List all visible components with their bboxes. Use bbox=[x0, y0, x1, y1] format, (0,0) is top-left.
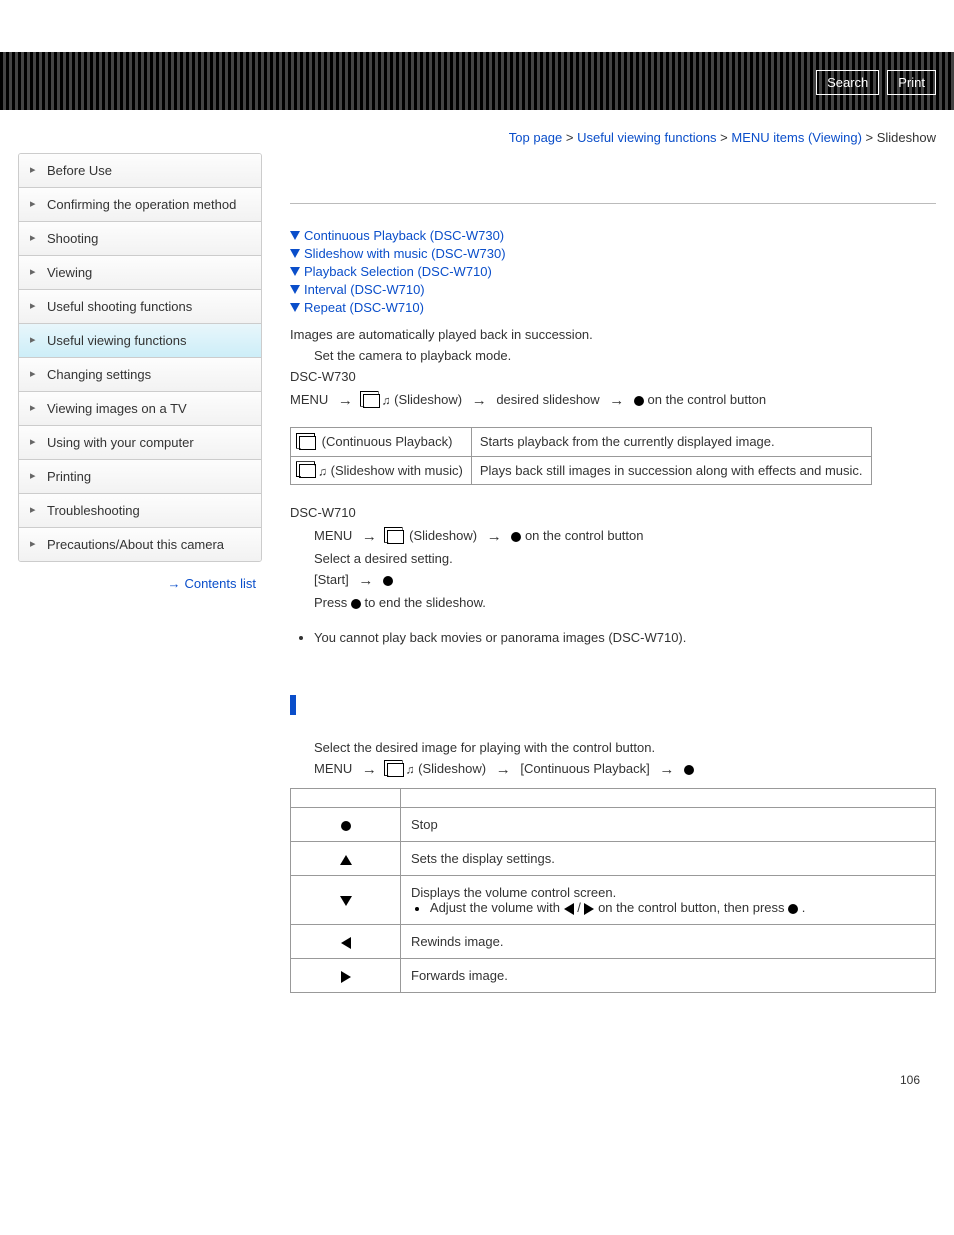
page-number: 106 bbox=[0, 1053, 954, 1117]
cell-label: (Continuous Playback) bbox=[322, 434, 453, 449]
sidebar-item-before-use[interactable]: Before Use bbox=[19, 154, 261, 188]
cell-label: (Slideshow with music) bbox=[331, 463, 463, 478]
th-desc bbox=[401, 789, 936, 808]
arrow-icon: → bbox=[362, 528, 377, 545]
slideshow-icon bbox=[387, 530, 404, 544]
cell-desc: Rewinds image. bbox=[401, 925, 936, 959]
arrow-icon: → bbox=[496, 761, 511, 778]
right-icon bbox=[584, 903, 594, 915]
cell-desc: Plays back still images in succession al… bbox=[471, 456, 871, 485]
down-icon bbox=[340, 896, 352, 906]
note-item: You cannot play back movies or panorama … bbox=[314, 630, 936, 645]
cell-desc: Forwards image. bbox=[401, 959, 936, 993]
step-710-d: Press to end the slideshow. bbox=[314, 595, 936, 610]
breadcrumb-top[interactable]: Top page bbox=[509, 130, 563, 145]
center-button-icon bbox=[351, 599, 361, 609]
anchor-links: Continuous Playback (DSC-W730) Slideshow… bbox=[290, 228, 936, 315]
cp-intro: Select the desired image for playing wit… bbox=[314, 740, 936, 755]
section-bar bbox=[290, 695, 296, 715]
cell-desc: Starts playback from the currently displ… bbox=[471, 428, 871, 457]
anchor-playback-selection-710[interactable]: Playback Selection (DSC-W710) bbox=[304, 264, 936, 279]
sidebar-item-tv[interactable]: Viewing images on a TV bbox=[19, 392, 261, 426]
step-710-b: Select a desired setting. bbox=[314, 551, 936, 566]
table-row: Stop bbox=[291, 808, 936, 842]
center-button-icon bbox=[383, 576, 393, 586]
table-row: Displays the volume control screen. Adju… bbox=[291, 876, 936, 925]
sidebar-item-shooting[interactable]: Shooting bbox=[19, 222, 261, 256]
sidebar-item-troubleshooting[interactable]: Troubleshooting bbox=[19, 494, 261, 528]
center-button-icon bbox=[634, 396, 644, 406]
slideshow-icon bbox=[363, 394, 380, 408]
anchor-slideshow-music-730[interactable]: Slideshow with music (DSC-W730) bbox=[304, 246, 936, 261]
table-header-row bbox=[291, 789, 936, 808]
notes: You cannot play back movies or panorama … bbox=[314, 630, 936, 645]
model-710: DSC-W710 bbox=[290, 505, 936, 520]
arrow-icon: → bbox=[659, 761, 674, 778]
slideshow-icon bbox=[299, 436, 316, 450]
sidebar-item-shooting-funcs[interactable]: Useful shooting functions bbox=[19, 290, 261, 324]
search-button[interactable]: Search bbox=[816, 70, 879, 95]
flow-730: MENU → ♫ (Slideshow) → desired slideshow… bbox=[290, 392, 936, 409]
center-button-icon bbox=[341, 821, 351, 831]
breadcrumb: Top page > Useful viewing functions > ME… bbox=[0, 110, 954, 153]
sidebar-item-precautions[interactable]: Precautions/About this camera bbox=[19, 528, 261, 561]
table-row: Forwards image. bbox=[291, 959, 936, 993]
sidebar-item-viewing[interactable]: Viewing bbox=[19, 256, 261, 290]
model-730: DSC-W730 bbox=[290, 369, 936, 384]
center-button-icon bbox=[684, 765, 694, 775]
anchor-interval-710[interactable]: Interval (DSC-W710) bbox=[304, 282, 936, 297]
table-row: Rewinds image. bbox=[291, 925, 936, 959]
right-icon bbox=[341, 971, 351, 983]
anchor-repeat-710[interactable]: Repeat (DSC-W710) bbox=[304, 300, 936, 315]
cell-desc: Sets the display settings. bbox=[401, 842, 936, 876]
slideshow-icon bbox=[387, 763, 404, 777]
breadcrumb-current: Slideshow bbox=[877, 130, 936, 145]
intro-text: Images are automatically played back in … bbox=[290, 327, 936, 342]
breadcrumb-2[interactable]: MENU items (Viewing) bbox=[731, 130, 862, 145]
left-icon bbox=[564, 903, 574, 915]
sidebar-item-changing-settings[interactable]: Changing settings bbox=[19, 358, 261, 392]
arrow-icon: → bbox=[472, 392, 487, 409]
step-1: Set the camera to playback mode. bbox=[314, 348, 936, 363]
arrow-icon: → bbox=[487, 528, 502, 545]
sidebar-nav: Before Use Confirming the operation meth… bbox=[18, 153, 262, 562]
table-730-options: (Continuous Playback) Starts playback fr… bbox=[290, 427, 872, 485]
arrow-icon: → bbox=[358, 572, 373, 589]
center-button-icon bbox=[788, 904, 798, 914]
anchor-cont-playback-730[interactable]: Continuous Playback (DSC-W730) bbox=[304, 228, 936, 243]
table-controls: Stop Sets the display settings. Displays… bbox=[290, 788, 936, 993]
music-note-icon: ♫ bbox=[382, 394, 391, 408]
sidebar-item-confirming[interactable]: Confirming the operation method bbox=[19, 188, 261, 222]
up-icon bbox=[340, 855, 352, 865]
music-note-icon: ♫ bbox=[406, 763, 415, 777]
arrow-icon: → bbox=[609, 392, 624, 409]
arrow-icon: → bbox=[362, 761, 377, 778]
step-710-c: [Start] → bbox=[314, 572, 936, 589]
music-note-icon: ♫ bbox=[318, 464, 327, 478]
table-row: Sets the display settings. bbox=[291, 842, 936, 876]
sidebar-item-printing[interactable]: Printing bbox=[19, 460, 261, 494]
slideshow-icon bbox=[299, 464, 316, 478]
th-button bbox=[291, 789, 401, 808]
sidebar-item-computer[interactable]: Using with your computer bbox=[19, 426, 261, 460]
contents-list-link[interactable]: Contents list bbox=[184, 576, 256, 591]
cell-desc: Stop bbox=[401, 808, 936, 842]
center-button-icon bbox=[511, 532, 521, 542]
flow-710: MENU → (Slideshow) → on the control butt… bbox=[314, 528, 936, 545]
bullet-icon bbox=[415, 907, 419, 911]
breadcrumb-1[interactable]: Useful viewing functions bbox=[577, 130, 716, 145]
cp-flow: MENU → ♫ (Slideshow) → [Continuous Playb… bbox=[314, 761, 936, 778]
arrow-icon: → bbox=[338, 392, 353, 409]
sidebar-item-viewing-funcs[interactable]: Useful viewing functions bbox=[19, 324, 261, 358]
cell-desc: Displays the volume control screen. Adju… bbox=[401, 876, 936, 925]
table-row: (Continuous Playback) Starts playback fr… bbox=[291, 428, 872, 457]
left-icon bbox=[341, 937, 351, 949]
arrow-icon: → bbox=[167, 576, 180, 591]
table-row: ♫ (Slideshow with music) Plays back stil… bbox=[291, 456, 872, 485]
print-button[interactable]: Print bbox=[887, 70, 936, 95]
header-hatch: Search Print bbox=[0, 52, 954, 110]
